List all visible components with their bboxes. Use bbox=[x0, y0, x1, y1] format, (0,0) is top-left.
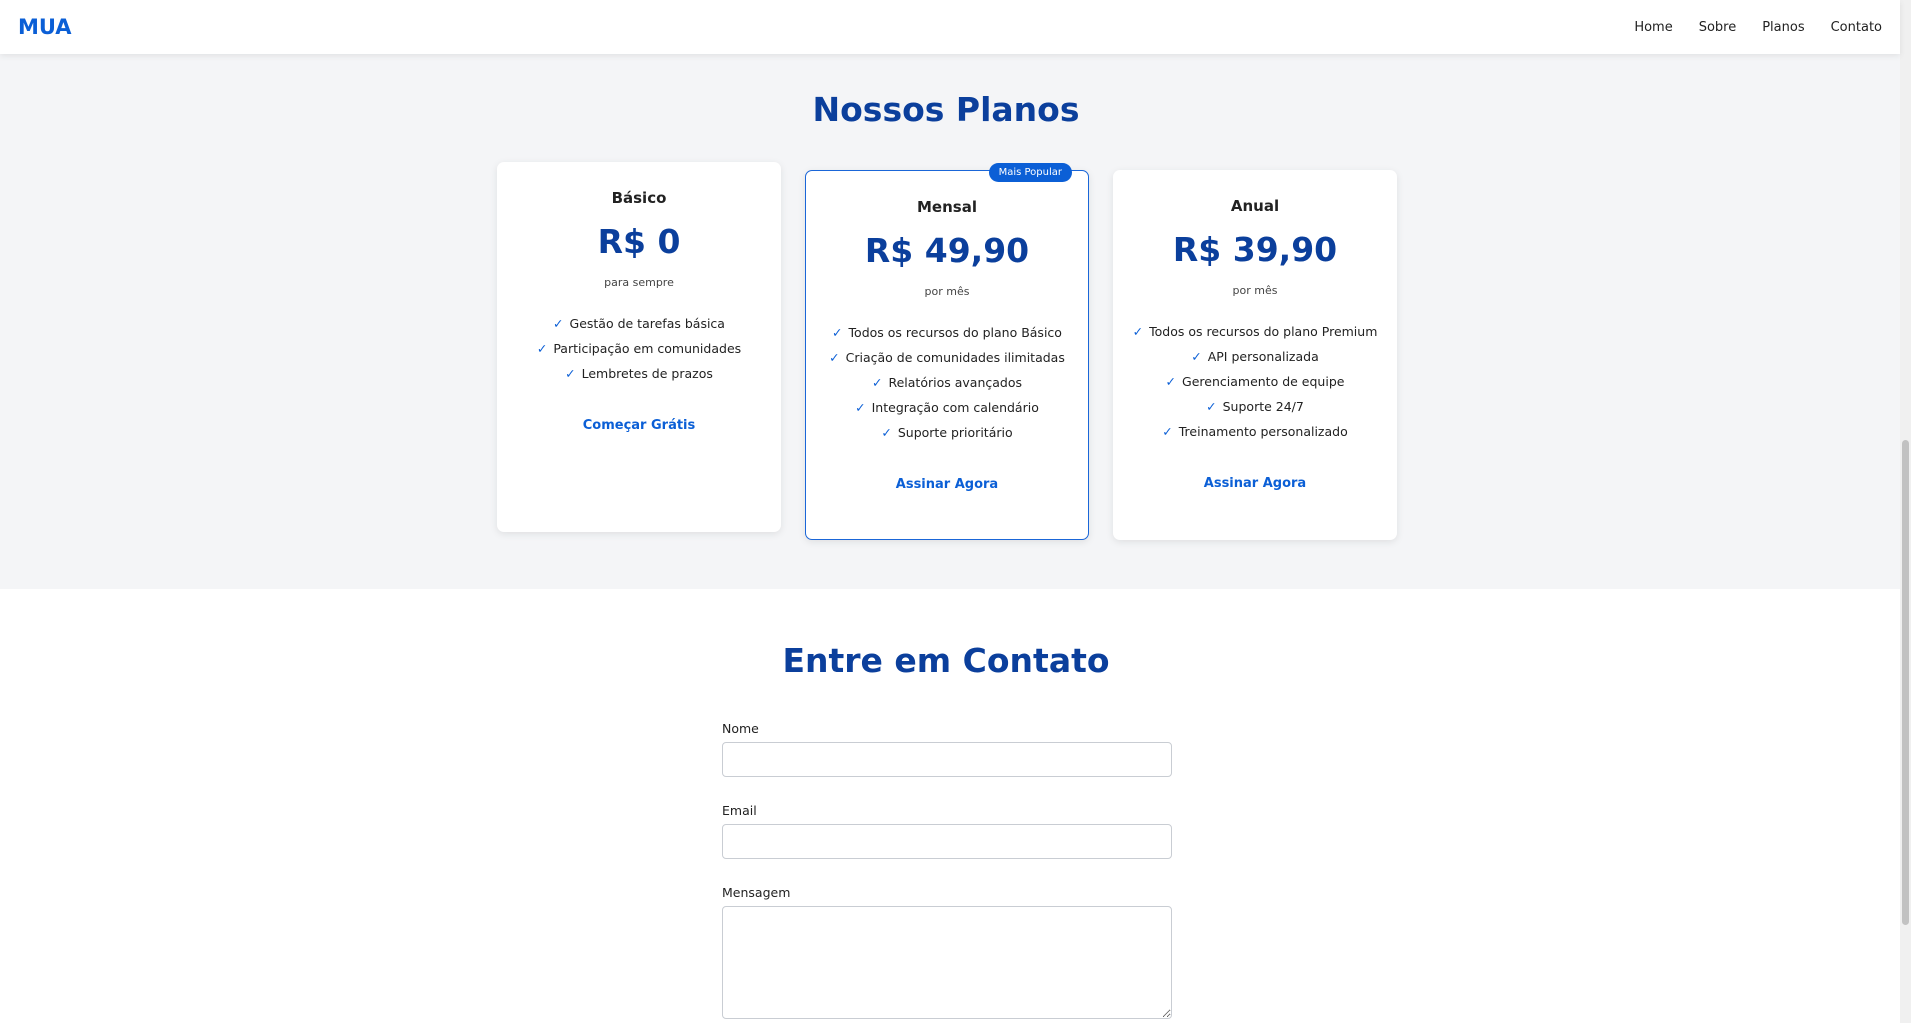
feature-item: ✓ Participação em comunidades bbox=[497, 336, 781, 361]
plans-section: Nossos Planos Básico R$ 0 para sempre ✓ G… bbox=[0, 54, 1900, 589]
feature-text: Todos os recursos do plano Básico bbox=[848, 325, 1062, 340]
plan-period: para sempre bbox=[604, 276, 674, 289]
nav-link-contato[interactable]: Contato bbox=[1831, 20, 1882, 35]
check-icon: ✓ bbox=[829, 350, 840, 365]
top-navbar: MUA Home Sobre Planos Contato bbox=[0, 0, 1900, 54]
nav-link-home[interactable]: Home bbox=[1634, 20, 1672, 35]
nav-link-sobre[interactable]: Sobre bbox=[1699, 20, 1737, 35]
email-field[interactable] bbox=[722, 824, 1172, 859]
plan-card-basic: Básico R$ 0 para sempre ✓ Gestão de taref… bbox=[497, 162, 781, 532]
plan-name: Anual bbox=[1230, 197, 1280, 215]
feature-item: ✓ Treinamento personalizado bbox=[1113, 419, 1397, 444]
feature-item: ✓ Todos os recursos do plano Básico bbox=[806, 320, 1088, 345]
plan-card-annual: Anual R$ 39,90 por mês ✓ Todos os recurso… bbox=[1113, 170, 1397, 540]
plan-price: R$ 49,90 bbox=[864, 231, 1030, 270]
message-field[interactable] bbox=[722, 906, 1172, 1019]
feature-item: ✓ API personalizada bbox=[1113, 344, 1397, 369]
feature-list: ✓ Gestão de tarefas básica ✓ Participação … bbox=[497, 311, 781, 386]
feature-item: ✓ Integração com calendário bbox=[806, 395, 1088, 420]
check-icon: ✓ bbox=[1206, 399, 1217, 414]
plan-card-monthly: Mais Popular Mensal R$ 49,90 por mês ✓ To… bbox=[805, 163, 1089, 540]
check-icon: ✓ bbox=[553, 316, 564, 331]
feature-text: Treinamento personalizado bbox=[1178, 424, 1348, 439]
feature-text: Suporte prioritário bbox=[897, 425, 1013, 440]
contact-section: Entre em Contato Nome Email Mensagem bbox=[0, 589, 1900, 1023]
feature-text: Gestão de tarefas básica bbox=[569, 316, 725, 331]
check-icon: ✓ bbox=[1165, 374, 1177, 389]
page-scrollbar[interactable] bbox=[1900, 0, 1911, 1023]
contact-title: Entre em Contato bbox=[782, 641, 1110, 680]
feature-item: ✓ Gestão de tarefas básica bbox=[497, 311, 781, 336]
feature-text: Relatórios avançados bbox=[888, 375, 1022, 390]
feature-item: ✓ Relatórios avançados bbox=[806, 370, 1088, 395]
message-label: Mensagem bbox=[722, 885, 791, 900]
plan-price: R$ 0 bbox=[597, 222, 681, 261]
plan-period: por mês bbox=[1232, 284, 1278, 297]
feature-item: ✓ Suporte 24/7 bbox=[1113, 394, 1397, 419]
check-icon: ✓ bbox=[872, 375, 883, 390]
feature-item: ✓ Suporte prioritário bbox=[806, 420, 1088, 445]
plans-title: Nossos Planos bbox=[812, 90, 1080, 129]
start-free-button[interactable]: Começar Grátis bbox=[583, 418, 696, 433]
contact-form: Nome Email Mensagem bbox=[722, 721, 1172, 1019]
plan-price: R$ 39,90 bbox=[1172, 230, 1338, 269]
feature-text: Participação em comunidades bbox=[553, 341, 742, 356]
check-icon: ✓ bbox=[536, 341, 548, 356]
feature-item: ✓ Lembretes de prazos bbox=[497, 361, 781, 386]
site-logo[interactable]: MUA bbox=[18, 15, 72, 39]
check-icon: ✓ bbox=[1191, 349, 1202, 364]
feature-text: Criação de comunidades ilimitadas bbox=[845, 350, 1065, 365]
check-icon: ✓ bbox=[565, 366, 576, 381]
popular-badge: Mais Popular bbox=[988, 163, 1072, 182]
name-label: Nome bbox=[722, 721, 759, 736]
check-icon: ✓ bbox=[855, 400, 866, 415]
plan-name: Básico bbox=[611, 189, 667, 207]
plan-name: Mensal bbox=[917, 198, 977, 216]
feature-item: ✓ Criação de comunidades ilimitadas bbox=[806, 345, 1088, 370]
feature-item: ✓ Todos os recursos do plano Premium bbox=[1113, 319, 1397, 344]
check-icon: ✓ bbox=[881, 425, 892, 440]
scrollbar-thumb[interactable] bbox=[1902, 440, 1909, 925]
subscribe-annual-button[interactable]: Assinar Agora bbox=[1204, 476, 1306, 491]
nav-link-planos[interactable]: Planos bbox=[1762, 20, 1804, 35]
check-icon: ✓ bbox=[1132, 324, 1144, 339]
feature-text: API personalizada bbox=[1207, 349, 1319, 364]
feature-text: Integração com calendário bbox=[871, 400, 1039, 415]
check-icon: ✓ bbox=[832, 325, 843, 340]
feature-list: ✓ Todos os recursos do plano Premium ✓ API… bbox=[1113, 319, 1397, 444]
nav-links: Home Sobre Planos Contato bbox=[1608, 20, 1882, 35]
feature-text: Suporte 24/7 bbox=[1222, 399, 1304, 414]
feature-item: ✓ Gerenciamento de equipe bbox=[1113, 369, 1397, 394]
name-field[interactable] bbox=[722, 742, 1172, 777]
plan-period: por mês bbox=[924, 285, 970, 298]
feature-text: Lembretes de prazos bbox=[581, 366, 713, 381]
feature-text: Gerenciamento de equipe bbox=[1182, 374, 1345, 389]
feature-text: Todos os recursos do plano Premium bbox=[1149, 324, 1378, 339]
check-icon: ✓ bbox=[1162, 424, 1173, 439]
email-label: Email bbox=[722, 803, 757, 818]
feature-list: ✓ Todos os recursos do plano Básico ✓ Cria… bbox=[806, 320, 1088, 445]
subscribe-monthly-button[interactable]: Assinar Agora bbox=[896, 477, 998, 492]
